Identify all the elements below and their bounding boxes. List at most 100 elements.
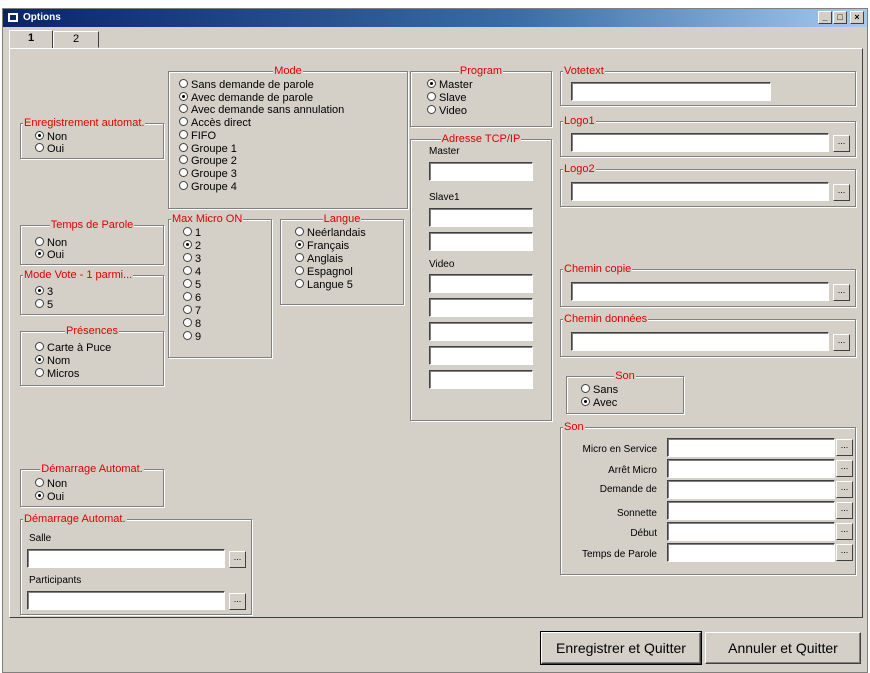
radio-dot[interactable] <box>581 397 590 406</box>
program-radio-video[interactable]: Video <box>427 105 467 117</box>
radio-dot[interactable] <box>295 227 304 236</box>
cancel-quit-button[interactable]: Annuler et Quitter <box>705 632 861 664</box>
radio-dot[interactable] <box>183 318 192 327</box>
participants-browse-button[interactable]: ... <box>229 593 246 610</box>
slave-ip-input-2[interactable] <box>429 232 533 251</box>
radio-dot[interactable] <box>295 279 304 288</box>
video-ip-input-5[interactable] <box>429 370 533 389</box>
mode-radio-4[interactable]: FIFO <box>179 130 216 142</box>
radio-dot[interactable] <box>35 237 44 246</box>
master-ip-input[interactable] <box>429 162 533 181</box>
radio-dot[interactable] <box>35 143 44 152</box>
chemin-copie-browse-button[interactable]: ... <box>833 284 850 301</box>
logo2-browse-button[interactable]: ... <box>833 184 850 201</box>
demarrage-radio-non[interactable]: Non <box>35 478 67 490</box>
son-browse-micro-service[interactable]: ... <box>836 439 853 456</box>
chemin-copie-input[interactable] <box>571 282 829 301</box>
son-browse-debut[interactable]: ... <box>836 523 853 540</box>
radio-dot[interactable] <box>35 368 44 377</box>
radio-dot[interactable] <box>295 266 304 275</box>
chemin-donnees-input[interactable] <box>571 332 829 351</box>
program-radio-slave[interactable]: Slave <box>427 92 467 104</box>
son-input-debut[interactable] <box>667 522 835 541</box>
mode-radio-5[interactable]: Groupe 1 <box>179 143 237 155</box>
enregistrement-radio-oui[interactable]: Oui <box>35 143 64 155</box>
max-micro-radio-9[interactable]: 9 <box>183 331 201 343</box>
logo1-browse-button[interactable]: ... <box>833 135 850 152</box>
radio-dot[interactable] <box>295 253 304 262</box>
son-input-demande[interactable] <box>667 480 835 499</box>
video-ip-input-1[interactable] <box>429 274 533 293</box>
radio-dot[interactable] <box>427 92 436 101</box>
radio-dot[interactable] <box>427 105 436 114</box>
program-radio-master[interactable]: Master <box>427 79 473 91</box>
temps-parole-radio-oui[interactable]: Oui <box>35 249 64 261</box>
radio-dot[interactable] <box>35 131 44 140</box>
salle-browse-button[interactable]: ... <box>229 551 246 568</box>
radio-dot[interactable] <box>179 168 188 177</box>
close-button[interactable]: × <box>850 11 864 24</box>
mode-vote-radio-5[interactable]: 5 <box>35 299 53 311</box>
radio-dot[interactable] <box>183 227 192 236</box>
radio-dot[interactable] <box>179 79 188 88</box>
radio-dot[interactable] <box>581 384 590 393</box>
son-browse-temps-parole[interactable]: ... <box>836 544 853 561</box>
radio-dot[interactable] <box>179 130 188 139</box>
logo1-input[interactable] <box>571 133 829 152</box>
max-micro-radio-8[interactable]: 8 <box>183 318 201 330</box>
mode-radio-7[interactable]: Groupe 3 <box>179 168 237 180</box>
max-micro-radio-5[interactable]: 5 <box>183 279 201 291</box>
title-bar[interactable]: Options _ □ × <box>3 9 867 27</box>
son-input-temps-parole[interactable] <box>667 543 835 562</box>
mode-radio-0[interactable]: Sans demande de parole <box>179 79 314 91</box>
langue-radio-3[interactable]: Espagnol <box>295 266 353 278</box>
video-ip-input-4[interactable] <box>429 346 533 365</box>
langue-radio-1[interactable]: Français <box>295 240 349 252</box>
tab-1[interactable]: 1 <box>9 30 53 49</box>
radio-dot[interactable] <box>35 249 44 258</box>
mode-radio-1[interactable]: Avec demande de parole <box>179 92 313 104</box>
salle-input[interactable] <box>27 549 225 568</box>
son-input-micro-service[interactable] <box>667 438 835 457</box>
temps-parole-radio-non[interactable]: Non <box>35 237 67 249</box>
video-ip-input-2[interactable] <box>429 298 533 317</box>
tab-2[interactable]: 2 <box>53 31 99 48</box>
radio-dot[interactable] <box>183 266 192 275</box>
radio-dot[interactable] <box>183 240 192 249</box>
max-micro-radio-3[interactable]: 3 <box>183 253 201 265</box>
son-browse-arret-micro[interactable]: ... <box>836 460 853 477</box>
video-ip-input-3[interactable] <box>429 322 533 341</box>
radio-dot[interactable] <box>35 355 44 364</box>
slave-ip-input-1[interactable] <box>429 208 533 227</box>
max-micro-radio-4[interactable]: 4 <box>183 266 201 278</box>
max-micro-radio-7[interactable]: 7 <box>183 305 201 317</box>
logo2-input[interactable] <box>571 182 829 201</box>
radio-dot[interactable] <box>35 342 44 351</box>
mode-radio-6[interactable]: Groupe 2 <box>179 155 237 167</box>
radio-dot[interactable] <box>35 491 44 500</box>
radio-dot[interactable] <box>35 286 44 295</box>
radio-dot[interactable] <box>183 253 192 262</box>
presences-radio-micros[interactable]: Micros <box>35 368 79 380</box>
radio-dot[interactable] <box>183 279 192 288</box>
son-radio-sans[interactable]: Sans <box>581 384 618 396</box>
radio-dot[interactable] <box>183 305 192 314</box>
save-quit-button[interactable]: Enregistrer et Quitter <box>540 631 702 665</box>
radio-dot[interactable] <box>35 299 44 308</box>
son-input-sonnette[interactable] <box>667 501 835 520</box>
radio-dot[interactable] <box>295 240 304 249</box>
radio-dot[interactable] <box>179 181 188 190</box>
son-browse-sonnette[interactable]: ... <box>836 502 853 519</box>
radio-dot[interactable] <box>179 143 188 152</box>
max-micro-radio-2[interactable]: 2 <box>183 240 201 252</box>
langue-radio-2[interactable]: Anglais <box>295 253 343 265</box>
mode-radio-8[interactable]: Groupe 4 <box>179 181 237 193</box>
demarrage-radio-oui[interactable]: Oui <box>35 491 64 503</box>
votetext-input[interactable] <box>571 82 771 101</box>
max-micro-radio-6[interactable]: 6 <box>183 292 201 304</box>
son-input-arret-micro[interactable] <box>667 459 835 478</box>
radio-dot[interactable] <box>183 331 192 340</box>
presences-radio-nom[interactable]: Nom <box>35 355 70 367</box>
radio-dot[interactable] <box>179 104 188 113</box>
langue-radio-0[interactable]: Neérlandais <box>295 227 366 239</box>
